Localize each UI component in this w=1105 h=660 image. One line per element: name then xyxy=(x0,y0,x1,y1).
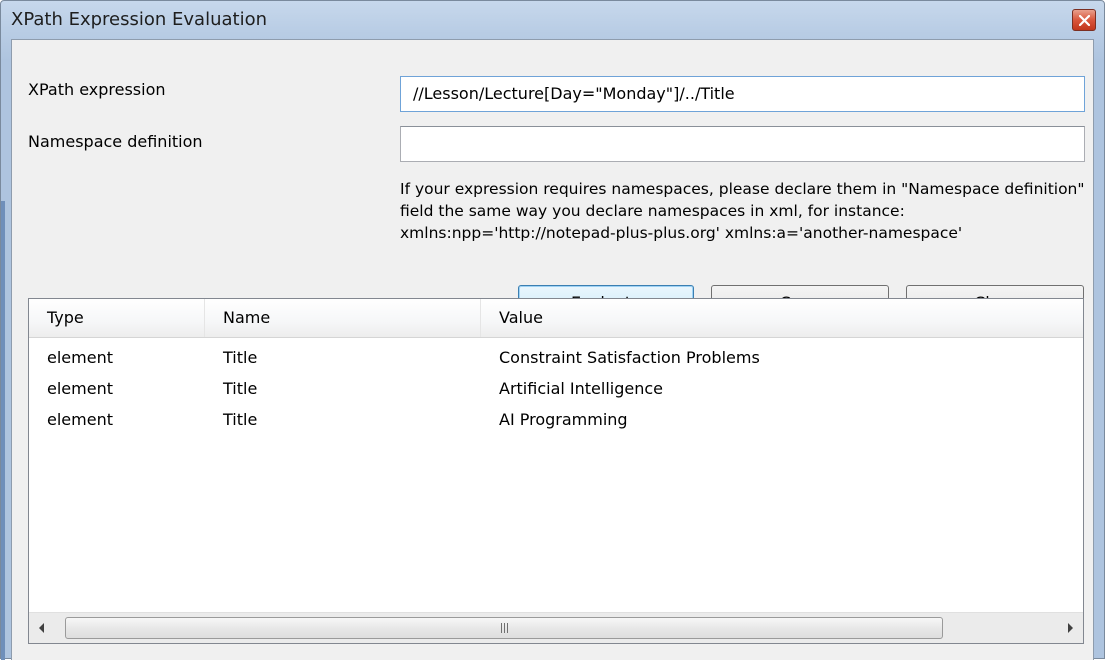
xpath-expression-input[interactable]: //Lesson/Lecture[Day="Monday"]/../Title xyxy=(400,76,1085,112)
cell-value: Artificial Intelligence xyxy=(499,379,663,398)
column-header-type[interactable]: Type xyxy=(29,299,205,337)
title-bar[interactable]: XPath Expression Evaluation xyxy=(1,1,1104,41)
scroll-grip-icon xyxy=(500,623,510,633)
column-header-name[interactable]: Name xyxy=(205,299,481,337)
frame-accent xyxy=(1,201,5,660)
cell-name: Title xyxy=(223,410,258,429)
namespace-hint-text: If your expression requires namespaces, … xyxy=(400,180,1085,242)
xpath-expression-label: XPath expression xyxy=(28,80,166,99)
cell-value: Constraint Satisfaction Problems xyxy=(499,348,760,367)
table-row[interactable]: element Title Constraint Satisfaction Pr… xyxy=(29,342,1083,373)
column-header-value[interactable]: Value xyxy=(481,299,1083,337)
namespace-definition-input[interactable] xyxy=(400,126,1085,162)
table-row[interactable]: element Title AI Programming xyxy=(29,404,1083,435)
results-list[interactable]: Type Name Value element Title Constraint… xyxy=(28,298,1084,644)
cell-name: Title xyxy=(223,348,258,367)
namespace-definition-label: Namespace definition xyxy=(28,132,203,151)
scroll-left-button[interactable] xyxy=(29,613,55,643)
window-title: XPath Expression Evaluation xyxy=(11,9,267,30)
results-body: element Title Constraint Satisfaction Pr… xyxy=(29,342,1083,435)
scroll-right-button[interactable] xyxy=(1057,613,1083,643)
horizontal-scrollbar[interactable] xyxy=(29,612,1083,643)
arrow-right-icon xyxy=(1068,623,1073,633)
xpath-dialog-window: XPath Expression Evaluation XPath expres… xyxy=(0,0,1105,660)
results-header: Type Name Value xyxy=(29,299,1083,338)
cell-type: element xyxy=(47,379,113,398)
arrow-left-icon xyxy=(39,623,44,633)
scroll-thumb[interactable] xyxy=(65,617,943,639)
table-row[interactable]: element Title Artificial Intelligence xyxy=(29,373,1083,404)
cell-name: Title xyxy=(223,379,258,398)
close-icon xyxy=(1079,15,1090,26)
cell-value: AI Programming xyxy=(499,410,628,429)
cell-type: element xyxy=(47,410,113,429)
close-button[interactable] xyxy=(1072,9,1096,31)
cell-type: element xyxy=(47,348,113,367)
